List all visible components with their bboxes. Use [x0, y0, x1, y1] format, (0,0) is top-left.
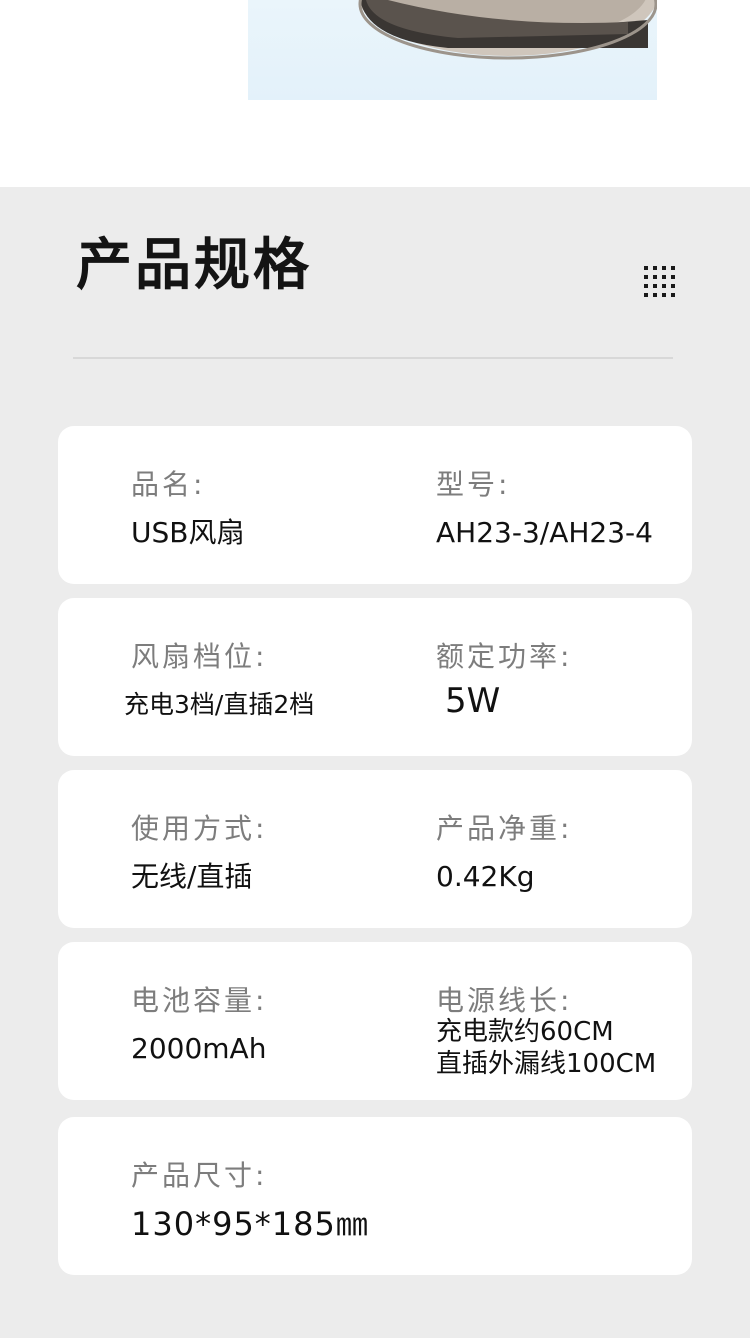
spec-card-usage-weight: 使用方式: 无线/直插 产品净重: 0.42Kg — [58, 770, 692, 928]
spec-value: 无线/直插 — [131, 860, 253, 893]
spec-label: 额定功率: — [436, 640, 573, 673]
spec-label: 电源线长: — [436, 984, 573, 1017]
section-title: 产品规格 — [76, 233, 312, 298]
grid-dots-icon — [644, 266, 675, 297]
spec-card-gear-power: 风扇档位: 充电3档/直插2档 额定功率: 5W — [58, 598, 692, 756]
fan-base-image — [358, 0, 657, 60]
spec-label: 使用方式: — [131, 812, 268, 845]
spec-label: 品名: — [131, 468, 206, 501]
spec-section: 产品规格 品名: USB风扇 型号: AH23-3/AH23-4 风扇档位: 充… — [0, 187, 750, 1338]
spec-value: 0.42Kg — [436, 860, 535, 893]
spec-value: 2000mAh — [131, 1032, 267, 1065]
spec-value: USB风扇 — [131, 516, 245, 549]
spec-value-line: 直插外漏线100CM — [436, 1049, 657, 1079]
spec-value-line: 充电款约60CM — [436, 1017, 614, 1047]
spec-card-dimensions: 产品尺寸: 130*95*185㎜ — [58, 1117, 692, 1275]
spec-label: 产品尺寸: — [131, 1159, 268, 1192]
spec-label: 产品净重: — [436, 812, 573, 845]
title-divider — [73, 357, 673, 359]
spec-label: 风扇档位: — [131, 640, 268, 673]
spec-card-name-model: 品名: USB风扇 型号: AH23-3/AH23-4 — [58, 426, 692, 584]
spec-value: AH23-3/AH23-4 — [436, 516, 653, 549]
product-photo — [248, 0, 657, 100]
spec-value: 充电款约60CM 直插外漏线100CM — [436, 1016, 656, 1080]
spec-card-battery-cable: 电池容量: 2000mAh 电源线长: 充电款约60CM 直插外漏线100CM — [58, 942, 692, 1100]
spec-label: 电池容量: — [131, 984, 268, 1017]
spec-value: 130*95*185㎜ — [131, 1205, 369, 1243]
spec-label: 型号: — [436, 468, 511, 501]
top-banner — [0, 0, 750, 187]
spec-value: 充电3档/直插2档 — [124, 690, 315, 719]
spec-value: 5W — [445, 681, 501, 721]
